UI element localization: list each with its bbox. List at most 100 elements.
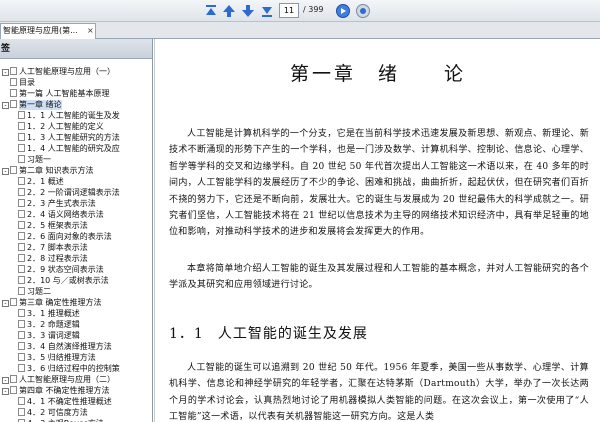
bookmark-item[interactable]: 2．9 状态空间表示法	[18, 265, 104, 276]
page-icon	[18, 265, 25, 273]
bookmark-item[interactable]: 第一篇 人工智能基本原理	[10, 89, 110, 100]
bookmark-label: 4．2 可信度方法	[27, 408, 88, 417]
last-page-icon[interactable]	[259, 3, 275, 19]
next-page-icon[interactable]	[240, 3, 256, 19]
page-icon	[10, 78, 17, 86]
bookmark-panel: 签 - 人工智能原理与应用（一） 目录 第一篇 人工智能基本原理 - 第一章 绪论 1．1 …	[0, 39, 153, 422]
bookmark-item[interactable]: 习题二	[18, 287, 51, 298]
page-icon	[18, 309, 25, 317]
bookmark-label: 2．2 一阶谓词逻辑表示法	[27, 188, 120, 197]
collapse-icon[interactable]: -	[2, 300, 9, 307]
bookmark-item[interactable]: - 人工智能原理与应用（二）	[2, 375, 115, 386]
collapse-icon[interactable]: -	[2, 388, 9, 395]
page-icon	[18, 287, 25, 295]
collapse-icon[interactable]: -	[2, 377, 9, 384]
page-icon	[18, 144, 25, 152]
bookmark-label: 2．8 过程表示法	[27, 254, 88, 263]
bookmark-item[interactable]: - 人工智能原理与应用（一）	[2, 67, 115, 78]
bookmark-label: 1．2 人工智能的定义	[27, 122, 104, 131]
page-icon	[10, 298, 17, 306]
bookmark-item[interactable]: 3．2 命题逻辑	[18, 320, 80, 331]
section-number: 1．1	[169, 326, 204, 342]
bookmark-item[interactable]: - 第一章 绪论	[2, 100, 62, 111]
page-icon	[18, 342, 25, 350]
page-icon	[10, 375, 17, 383]
bookmark-label: 习题一	[27, 155, 51, 164]
collapse-icon[interactable]: -	[2, 168, 9, 175]
page-icon	[18, 320, 25, 328]
bookmark-label: 2．3 产生式表示法	[27, 199, 96, 208]
bookmark-item[interactable]: 2．2 一阶谓词逻辑表示法	[18, 188, 120, 199]
bookmark-item[interactable]: 1．2 人工智能的定义	[18, 122, 104, 133]
bookmark-label: 2．4 语义网络表示法	[27, 210, 104, 219]
first-page-icon[interactable]	[203, 3, 219, 19]
bookmark-item[interactable]: 3．1 推理概述	[18, 309, 80, 320]
bookmark-label: 第一章 绪论	[19, 100, 62, 110]
bookmark-label: 人工智能原理与应用（一）	[19, 67, 115, 76]
page-number-input[interactable]: 11	[279, 3, 299, 18]
bookmark-label: 2．7 脚本表示法	[27, 243, 88, 252]
bookmark-item[interactable]: 2．4 语义网络表示法	[18, 210, 104, 221]
bookmark-item[interactable]: 目录	[10, 78, 35, 89]
go-icon[interactable]	[335, 3, 351, 19]
close-icon[interactable]: ×	[87, 24, 94, 38]
stop-icon[interactable]	[355, 3, 371, 19]
bookmark-item[interactable]: 1．1 人工智能的诞生及发	[18, 111, 120, 122]
bookmark-item[interactable]: 3．5 归结推理方法	[18, 353, 96, 364]
bookmark-item[interactable]: 1．4 人工智能的研究及应	[18, 144, 120, 155]
collapse-icon[interactable]: -	[2, 69, 9, 76]
tab-document[interactable]: 智能原理与应用(第... ×	[0, 23, 96, 39]
bookmark-label: 2．6 面向对象的表示法	[27, 232, 112, 241]
bookmark-label: 3．2 命题逻辑	[27, 320, 80, 329]
bookmark-item[interactable]: 1．3 人工智能研究的方法	[18, 133, 120, 144]
prev-page-icon[interactable]	[221, 3, 237, 19]
bookmark-item[interactable]: 3．4 自然演绎推理方法	[18, 342, 112, 353]
bookmark-item[interactable]: 2．5 框架表示法	[18, 221, 88, 232]
tab-strip: 智能原理与应用(第... ×	[0, 22, 600, 39]
bookmark-label: 3．6 归结过程中的控制策	[27, 364, 120, 373]
page-icon	[18, 188, 25, 196]
page-icon	[10, 166, 17, 174]
bookmark-label: 3．5 归结推理方法	[27, 353, 96, 362]
bookmark-item[interactable]: 2．1 概述	[18, 177, 64, 188]
page-icon	[18, 232, 25, 240]
bookmark-item[interactable]: 3．3 谓词逻辑	[18, 331, 80, 342]
bookmark-item[interactable]: 2．6 面向对象的表示法	[18, 232, 112, 243]
bookmark-item[interactable]: 习题一	[18, 155, 51, 166]
bookmark-label: 第四章 不确定性推理方法	[19, 386, 110, 395]
page-icon	[18, 122, 25, 130]
paragraph-intro: 人工智能是计算机科学的一个分支，它是在当前科学技术迅速发展及新思想、新观点、新理…	[169, 129, 589, 238]
bookmark-label: 第三章 确定性推理方法	[19, 298, 102, 307]
page-icon	[18, 331, 25, 339]
bookmark-label: 2．9 状态空间表示法	[27, 265, 104, 274]
page-icon	[18, 199, 25, 207]
bookmark-item[interactable]: 4．1 不确定性推理概述	[18, 397, 112, 408]
bookmark-label: 3．1 推理概述	[27, 309, 80, 318]
page-icon	[18, 364, 25, 372]
page-icon	[18, 397, 25, 405]
bookmark-item[interactable]: 2．10 与／或树表示法	[18, 276, 109, 287]
page-icon	[18, 243, 25, 251]
bookmark-item[interactable]: 2．8 过程表示法	[18, 254, 88, 265]
bookmark-item[interactable]: - 第二章 知识表示方法	[2, 166, 94, 177]
bookmark-label: 4．1 不确定性推理概述	[27, 397, 112, 406]
bookmark-item[interactable]: - 第三章 确定性推理方法	[2, 298, 102, 309]
collapse-icon[interactable]: -	[2, 102, 9, 109]
bookmark-label: 1．3 人工智能研究的方法	[27, 133, 120, 142]
paragraph-summary: 本章将简单地介绍人工智能的诞生及其发展过程和人工智能的基本概念，并对人工智能研究…	[169, 264, 589, 291]
page-icon	[18, 254, 25, 262]
chapter-title: 第一章 绪 论	[289, 63, 466, 85]
bookmark-item[interactable]: 2．7 脚本表示法	[18, 243, 88, 254]
section-heading: 1．1 人工智能的诞生及发展	[169, 323, 368, 343]
bookmark-label: 2．10 与／或树表示法	[27, 276, 109, 285]
bookmark-label: 2．1 概述	[27, 177, 64, 186]
bookmark-item[interactable]: 2．3 产生式表示法	[18, 199, 96, 210]
bookmark-item[interactable]: - 第四章 不确定性推理方法	[2, 386, 110, 397]
bookmark-label: 习题二	[27, 287, 51, 296]
page-icon	[10, 386, 17, 394]
bookmark-item[interactable]: 3．6 归结过程中的控制策	[18, 364, 120, 375]
page-icon	[10, 89, 17, 97]
bookmark-item[interactable]: 4．2 可信度方法	[18, 408, 88, 419]
page-icon	[18, 177, 25, 185]
page-icon	[18, 353, 25, 361]
